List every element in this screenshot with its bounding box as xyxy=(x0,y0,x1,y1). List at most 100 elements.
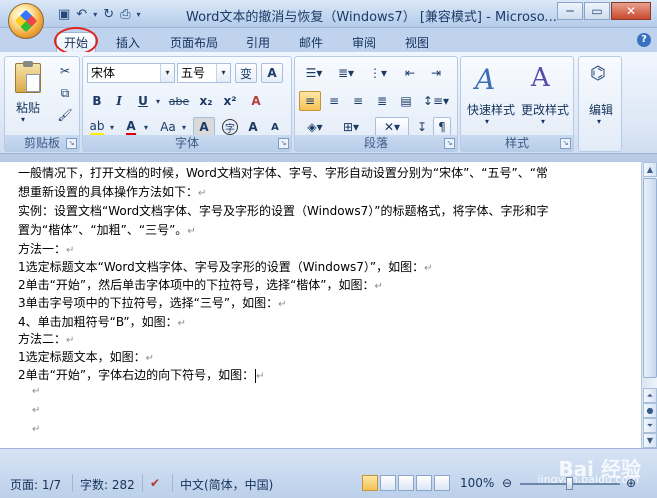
decrease-indent-icon[interactable]: ⇤ xyxy=(399,63,421,83)
clear-formatting-button[interactable]: A xyxy=(245,91,267,111)
grow-font-button[interactable]: A xyxy=(243,117,263,137)
font-launcher-icon[interactable]: ↘ xyxy=(278,138,289,149)
align-center-icon[interactable]: ≡ xyxy=(323,91,345,111)
text-effect-dropdown-icon[interactable]: ▾ xyxy=(179,117,189,137)
quick-styles-button[interactable]: 快速样式 xyxy=(465,101,517,118)
font-color-button[interactable]: A xyxy=(121,117,141,137)
zoom-out-icon[interactable]: ⊖ xyxy=(502,476,512,490)
tab-review[interactable]: 审阅 xyxy=(344,32,384,52)
word-count[interactable]: 字数: 282 xyxy=(80,476,135,493)
quick-styles-icon[interactable]: A xyxy=(475,63,495,96)
show-hide-marks-icon[interactable]: ¶ xyxy=(433,117,451,137)
superscript-button[interactable]: x² xyxy=(219,91,241,111)
editing-dropdown-icon[interactable]: ▾ xyxy=(597,117,601,126)
minimize-button[interactable]: ─ xyxy=(557,2,583,20)
scroll-down-icon[interactable]: ▼ xyxy=(643,433,657,448)
tab-insert[interactable]: 插入 xyxy=(108,32,148,52)
prev-page-icon[interactable]: ⏶ xyxy=(643,388,657,403)
clipboard-launcher-icon[interactable]: ↘ xyxy=(66,138,77,149)
character-border-button[interactable]: A xyxy=(261,63,283,83)
justify-icon[interactable]: ≣ xyxy=(371,91,393,111)
paste-icon[interactable] xyxy=(15,61,41,93)
scroll-thumb[interactable] xyxy=(643,178,657,378)
zoom-slider-thumb[interactable] xyxy=(566,477,573,490)
shrink-font-button[interactable]: A xyxy=(265,117,285,137)
increase-indent-icon[interactable]: ⇥ xyxy=(425,63,447,83)
text-effect-button[interactable]: Aa xyxy=(157,117,179,137)
page-count[interactable]: 页面: 1/7 xyxy=(10,476,61,493)
change-styles-icon[interactable]: A xyxy=(531,63,550,93)
underline-button[interactable]: U xyxy=(133,91,153,111)
customize-qat-icon[interactable]: ▾ xyxy=(137,10,141,19)
bold-button[interactable]: B xyxy=(87,91,107,111)
change-styles-dropdown-icon[interactable]: ▾ xyxy=(541,117,545,126)
undo-icon[interactable]: ↶ xyxy=(76,7,87,22)
aa-icon: Aa xyxy=(160,120,176,134)
redo-icon[interactable]: ↻ xyxy=(103,7,114,22)
language-indicator[interactable]: 中文(简体，中国) xyxy=(180,476,273,493)
font-color-dropdown-icon[interactable]: ▾ xyxy=(141,117,151,137)
distributed-icon[interactable]: ▤ xyxy=(395,91,417,111)
print-preview-icon[interactable]: ⎙ xyxy=(120,7,130,22)
chinese-layout-icon[interactable]: ✕▾ xyxy=(375,117,409,137)
highlight-dropdown-icon[interactable]: ▾ xyxy=(107,117,117,137)
font-name-combo[interactable]: 宋体 ▾ xyxy=(87,63,175,83)
tab-mailings[interactable]: 邮件 xyxy=(291,32,331,52)
font-name-dropdown-icon[interactable]: ▾ xyxy=(160,64,174,82)
font-size-combo[interactable]: 五号 ▾ xyxy=(177,63,231,83)
draft-view-icon[interactable] xyxy=(434,475,450,491)
character-shading-button[interactable]: A xyxy=(193,117,215,137)
spelling-check-icon[interactable]: ✔ xyxy=(150,476,160,490)
zoom-level[interactable]: 100% xyxy=(460,476,494,490)
copy-icon[interactable]: ⧉ xyxy=(55,83,75,103)
borders-icon[interactable]: ⊞▾ xyxy=(335,117,367,137)
cut-icon[interactable]: ✂ xyxy=(55,61,75,81)
shading-icon[interactable]: ◈▾ xyxy=(299,117,331,137)
tab-page-layout[interactable]: 页面布局 xyxy=(162,32,226,52)
undo-dropdown-icon[interactable]: ▾ xyxy=(93,10,97,19)
document-area[interactable]: 一般情况下，打开文档的时候，Word文档对字体、字号、字形自动设置分别为“宋体”… xyxy=(0,162,641,448)
italic-button[interactable]: I xyxy=(109,91,129,111)
sort-icon[interactable]: ↧ xyxy=(413,117,431,137)
outline-view-icon[interactable] xyxy=(416,475,432,491)
phonetic-guide-button[interactable]: 变 xyxy=(235,63,257,83)
doc-line-9: 4、单击加粗符号“B”，如图：↵ xyxy=(18,315,187,329)
underline-dropdown-icon[interactable]: ▾ xyxy=(153,91,163,111)
tab-home[interactable]: 开始 xyxy=(56,32,96,52)
strikethrough-button[interactable]: abe xyxy=(167,91,191,111)
binoculars-icon[interactable]: ⌬ xyxy=(590,63,606,84)
subscript-button[interactable]: x₂ xyxy=(195,91,217,111)
paste-button[interactable]: 粘贴 xyxy=(13,99,43,116)
line-spacing-icon[interactable]: ↕≡▾ xyxy=(421,91,451,111)
select-browse-object-icon[interactable]: ● xyxy=(643,403,657,418)
numbering-icon[interactable]: ≣▾ xyxy=(331,63,361,83)
help-icon[interactable]: ? xyxy=(637,33,651,47)
print-layout-view-icon[interactable] xyxy=(362,475,378,491)
editing-button[interactable]: 编辑 xyxy=(583,101,619,118)
format-painter-icon[interactable]: 🖌 xyxy=(55,105,75,125)
change-styles-button[interactable]: 更改样式 xyxy=(517,101,573,118)
maximize-button[interactable]: ▭ xyxy=(584,2,610,20)
enclose-characters-button[interactable]: 字 xyxy=(219,117,241,137)
align-right-icon[interactable]: ≡ xyxy=(347,91,369,111)
font-size-dropdown-icon[interactable]: ▾ xyxy=(216,64,230,82)
align-left-icon[interactable]: ≡ xyxy=(299,91,321,111)
styles-launcher-icon[interactable]: ↘ xyxy=(560,138,571,149)
quick-styles-dropdown-icon[interactable]: ▾ xyxy=(485,117,489,126)
scroll-up-icon[interactable]: ▲ xyxy=(643,162,657,177)
vertical-scrollbar[interactable]: ▲ ⏶ ● ⏷ ▼ xyxy=(641,162,657,448)
web-layout-view-icon[interactable] xyxy=(398,475,414,491)
office-button[interactable] xyxy=(8,3,44,39)
save-icon[interactable]: ▣ xyxy=(58,7,70,22)
full-screen-reading-view-icon[interactable] xyxy=(380,475,396,491)
tab-view[interactable]: 视图 xyxy=(397,32,437,52)
next-page-icon[interactable]: ⏷ xyxy=(643,418,657,433)
multilevel-list-icon[interactable]: ⋮▾ xyxy=(363,63,393,83)
zoom-in-icon[interactable]: ⊕ xyxy=(626,476,636,490)
bullets-icon[interactable]: ☰▾ xyxy=(299,63,329,83)
paragraph-launcher-icon[interactable]: ↘ xyxy=(444,138,455,149)
highlight-button[interactable]: ab xyxy=(87,117,107,137)
tab-references[interactable]: 引用 xyxy=(238,32,278,52)
close-button[interactable]: ✕ xyxy=(611,2,651,20)
paste-dropdown-icon[interactable]: ▾ xyxy=(21,115,25,124)
